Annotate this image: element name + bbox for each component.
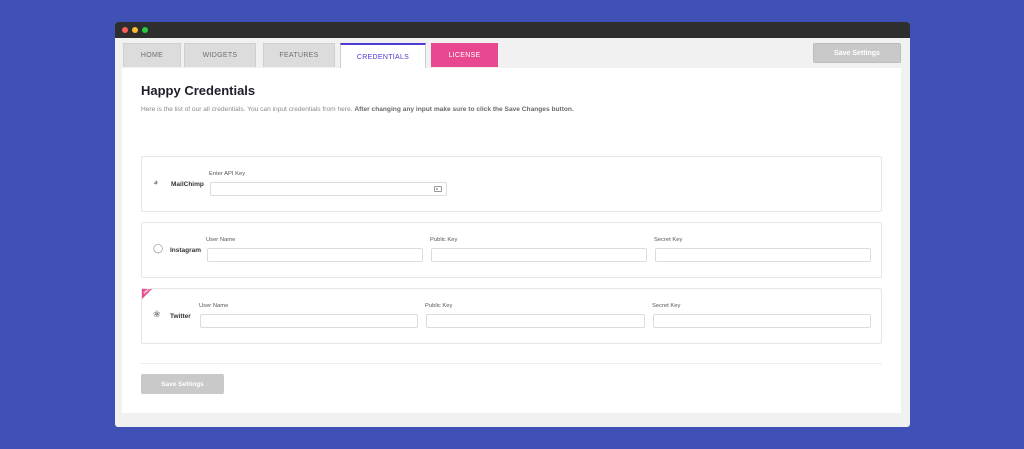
tab-home[interactable]: HOME (123, 43, 181, 67)
twitter-user-name-label: User Name (199, 303, 229, 309)
instagram-public-key-label: Public Key (430, 237, 458, 243)
key-card-icon (434, 186, 442, 192)
page-description: Here is the list of our all credentials.… (141, 106, 574, 113)
instagram-public-key-field[interactable] (431, 248, 647, 262)
instagram-secret-key-field[interactable] (655, 248, 871, 262)
mailchimp-card: ◕ MailChimp Enter API Key (141, 156, 882, 212)
api-key-label: Enter API Key (209, 171, 246, 177)
tab-features[interactable]: FEATURES (263, 43, 335, 67)
tab-license[interactable]: LICENSE (431, 43, 498, 67)
save-settings-bottom-button[interactable]: Save Settings (141, 374, 224, 394)
minimize-window-icon[interactable] (132, 27, 138, 33)
mailchimp-icon: ◕ (153, 177, 159, 187)
save-settings-top-button[interactable]: Save Settings (813, 43, 901, 63)
twitter-icon: ❀ (153, 309, 161, 319)
twitter-card: PRO ❀ Twitter User Name Public Key Secre… (141, 287, 882, 344)
instagram-user-name-field[interactable] (207, 248, 423, 262)
api-key-field[interactable] (210, 182, 447, 196)
twitter-user-name-field[interactable] (200, 314, 418, 328)
instagram-user-name-label: User Name (206, 237, 236, 243)
twitter-secret-key-label: Secret Key (652, 303, 681, 309)
app-window: HOME WIDGETS FEATURES CREDENTIALS LICENS… (115, 22, 910, 427)
page-title: Happy Credentials (141, 83, 256, 98)
credentials-panel: Happy Credentials Here is the list of ou… (122, 68, 901, 413)
instagram-icon: ◯ (153, 243, 164, 253)
tab-widgets[interactable]: WIDGETS (184, 43, 256, 67)
window-titlebar (115, 22, 910, 38)
twitter-public-key-field[interactable] (426, 314, 645, 328)
twitter-name: Twitter (170, 313, 191, 320)
tab-credentials[interactable]: CREDENTIALS (340, 43, 426, 69)
maximize-window-icon[interactable] (142, 27, 148, 33)
mailchimp-name: MailChimp (171, 181, 204, 188)
section-divider (141, 363, 882, 364)
twitter-secret-key-field[interactable] (653, 314, 871, 328)
instagram-name: Instagram (170, 247, 202, 254)
twitter-public-key-label: Public Key (425, 303, 453, 309)
close-window-icon[interactable] (122, 27, 128, 33)
instagram-secret-key-label: Secret Key (654, 237, 683, 243)
instagram-card: ◯ Instagram User Name Public Key Secret … (141, 222, 882, 278)
